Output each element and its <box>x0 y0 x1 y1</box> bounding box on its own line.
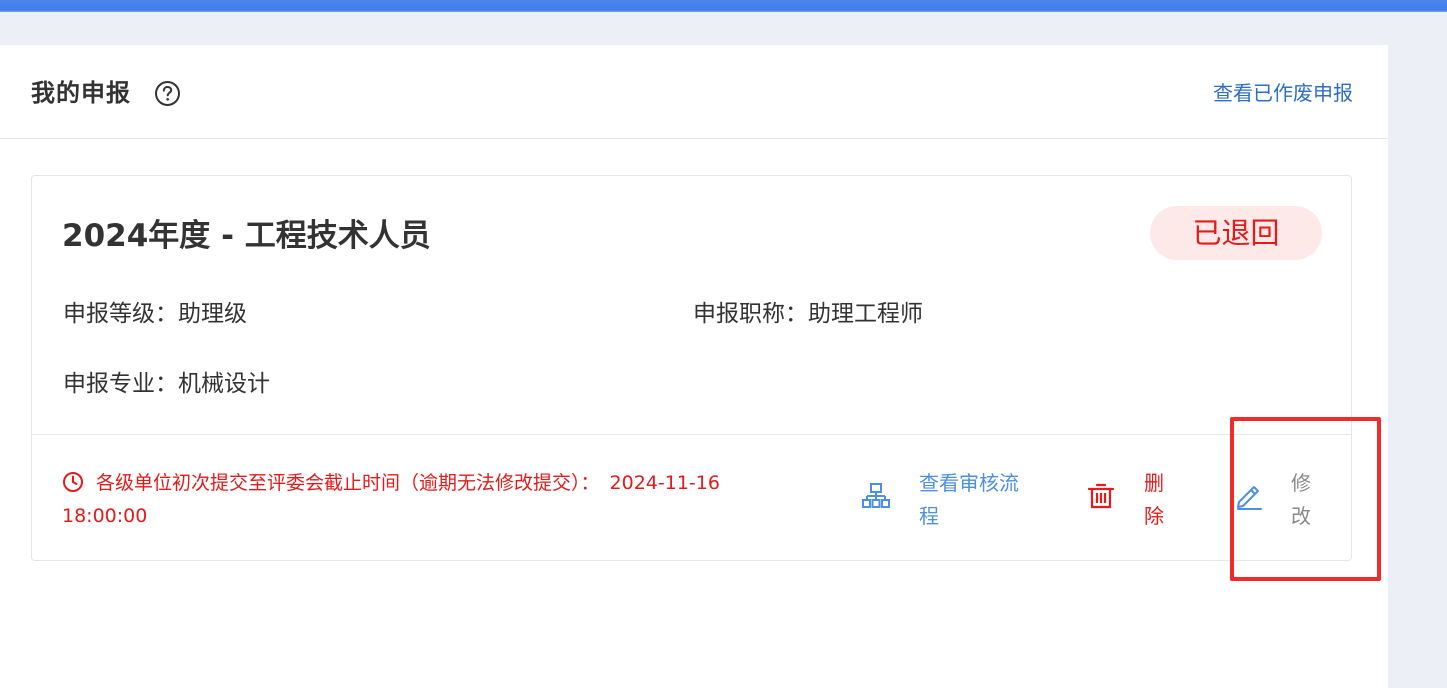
trash-icon <box>1087 483 1115 509</box>
card-divider <box>32 434 1351 435</box>
edit-button[interactable]: 修改 <box>1234 467 1324 533</box>
edit-label: 修改 <box>1291 471 1311 528</box>
view-review-flow-label: 查看审核流程 <box>919 471 1019 528</box>
application-job-title: 申报职称：助理工程师 <box>693 301 923 327</box>
application-level: 申报等级：助理级 <box>63 301 247 327</box>
delete-button[interactable]: 删除 <box>1086 467 1176 533</box>
view-review-flow-button[interactable]: 查看审核流程 <box>861 467 1041 533</box>
deadline-label: 各级单位初次提交至评委会截止时间（逾期无法修改提交）： <box>96 472 600 494</box>
page-title: 我的申报 <box>31 79 131 107</box>
submission-deadline: 各级单位初次提交至评委会截止时间（逾期无法修改提交）： 2024-11-16 18… <box>62 467 802 533</box>
application-title: 2024年度 - 工程技术人员 <box>62 218 431 254</box>
status-badge: 已退回 <box>1150 206 1322 260</box>
top-nav-bar <box>0 0 1447 12</box>
my-applications-panel: 我的申报 查看已作废申报 2024年度 - 工程技术人员 已退回 申报等级：助理… <box>0 45 1388 688</box>
delete-label: 删除 <box>1144 471 1164 528</box>
panel-header: 我的申报 查看已作废申报 <box>0 45 1388 139</box>
view-voided-applications-link[interactable]: 查看已作废申报 <box>1213 79 1353 107</box>
application-major: 申报专业：机械设计 <box>63 371 270 397</box>
question-circle-icon[interactable] <box>154 80 181 107</box>
clock-icon <box>63 472 83 492</box>
sitemap-icon <box>862 483 890 508</box>
application-card: 2024年度 - 工程技术人员 已退回 申报等级：助理级 申报职称：助理工程师 … <box>31 175 1352 561</box>
pencil-icon <box>1237 486 1262 510</box>
